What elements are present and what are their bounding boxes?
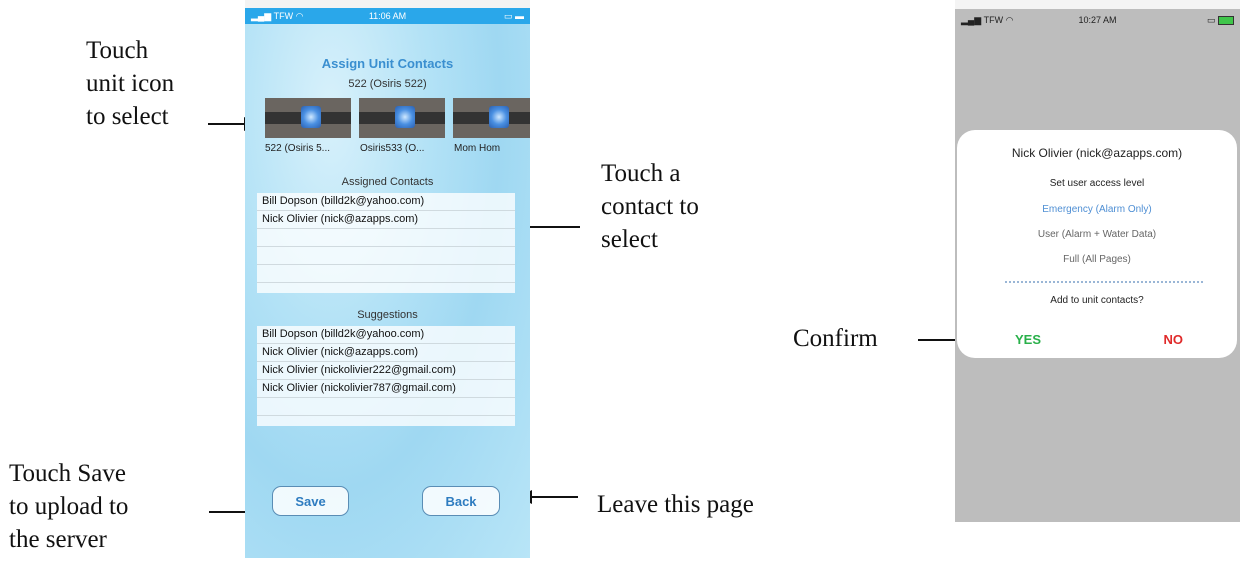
list-item[interactable]: Nick Olivier (nickolivier787@gmail.com) (257, 380, 515, 398)
status-time: 10:27 AM (1078, 15, 1117, 25)
suggestions-title: Suggestions (357, 309, 418, 321)
dialog-question: Add to unit contacts? (1050, 295, 1144, 306)
status-time: 11:06 AM (368, 11, 407, 21)
assigned-contacts-list: Bill Dopson (billd2k@yahoo.com) Nick Oli… (257, 193, 515, 293)
back-button[interactable]: Back (422, 486, 500, 516)
battery-icon (1218, 16, 1234, 26)
page-title: Assign Unit Contacts (321, 56, 454, 71)
list-item[interactable]: Bill Dopson (billd2k@yahoo.com) (257, 193, 515, 211)
annotation-touch-unit-icon: Touch unit icon to select (86, 37, 175, 130)
list-item[interactable]: Nick Olivier (nickolivier222@gmail.com) (257, 362, 515, 380)
list-item-empty (257, 247, 515, 265)
access-option-user[interactable]: User (Alarm + Water Data) (957, 229, 1237, 240)
list-item-empty (257, 398, 515, 416)
unit-name[interactable]: Osiris533 (O... (360, 143, 424, 154)
dialog-title: Nick Olivier (nick@azapps.com) (1011, 146, 1183, 160)
list-item-empty (257, 229, 515, 247)
list-item[interactable]: Nick Olivier (nick@azapps.com) (257, 344, 515, 362)
dialog-divider (1005, 281, 1203, 283)
status-bar: ▂▄▆ TFW ◠ 11:06 AM ▭ ▬ (245, 8, 530, 24)
phone-access-dialog: ▂▄▆ TFW ◠ 10:27 AM ▭ Nick Olivier (nick@… (955, 0, 1240, 522)
save-button[interactable]: Save (272, 486, 349, 516)
access-option-full[interactable]: Full (All Pages) (957, 254, 1237, 265)
phone-assign-contacts: ▂▄▆ TFW ◠ 11:06 AM ▭ ▬ Assign Unit Conta… (245, 0, 530, 558)
status-bar: ▂▄▆ TFW ◠ 10:27 AM ▭ (955, 9, 1240, 31)
annotation-touch-contact: Touch a contact to select (601, 160, 699, 253)
list-item[interactable]: Bill Dopson (billd2k@yahoo.com) (257, 326, 515, 344)
unit-icon[interactable] (359, 98, 445, 138)
access-option-emergency[interactable]: Emergency (Alarm Only) (957, 204, 1237, 215)
annotation-leave-page: Leave this page (597, 491, 754, 518)
list-item[interactable]: Nick Olivier (nick@azapps.com) (257, 211, 515, 229)
access-level-dialog: Nick Olivier (nick@azapps.com) Set user … (957, 130, 1237, 358)
cast-icon: ▭ (1206, 15, 1216, 25)
unit-icon[interactable] (265, 98, 351, 138)
assigned-contacts-title: Assigned Contacts (341, 176, 434, 188)
suggestions-list: Bill Dopson (billd2k@yahoo.com) Nick Oli… (257, 326, 515, 426)
unit-icon[interactable] (453, 98, 530, 138)
annotation-confirm: Confirm (793, 325, 878, 352)
unit-name[interactable]: Mom Hom (454, 143, 500, 154)
yes-button[interactable]: YES (1015, 332, 1041, 347)
unit-carousel (265, 98, 530, 138)
list-item-empty (257, 265, 515, 283)
annotation-touch-save: Touch Save to upload to the server (9, 460, 129, 553)
dialog-prompt: Set user access level (1049, 178, 1145, 189)
selected-unit-label: 522 (Osiris 522) (348, 78, 427, 90)
unit-name[interactable]: 522 (Osiris 5... (265, 143, 330, 154)
battery-icon: ▭ ▬ (503, 11, 524, 21)
window-titlebar (245, 0, 530, 8)
no-button[interactable]: NO (1164, 332, 1184, 347)
window-titlebar (955, 0, 1240, 9)
